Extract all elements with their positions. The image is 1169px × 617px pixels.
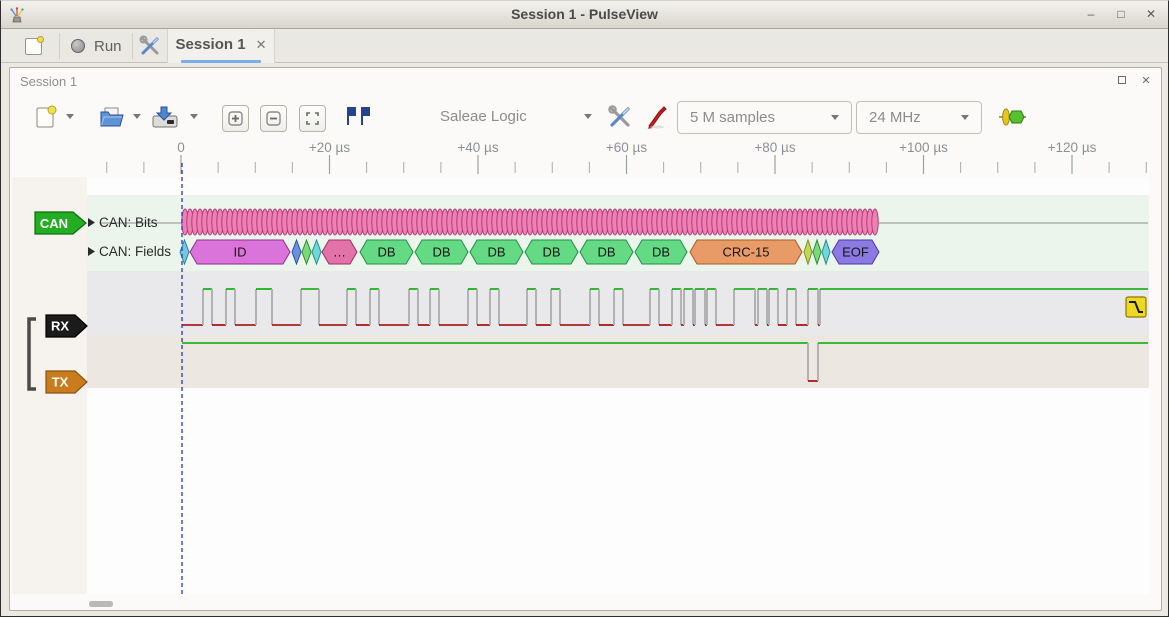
svg-text:EOF: EOF (842, 245, 869, 260)
svg-text:+120 µs: +120 µs (1048, 140, 1097, 155)
new-file-button[interactable] (33, 104, 59, 130)
dock-title: Session 1 (20, 74, 77, 89)
zoom-out-button[interactable] (260, 105, 287, 132)
chevron-down-icon (831, 115, 839, 120)
toolbar-separator (59, 33, 60, 59)
configure-device-button[interactable] (607, 104, 633, 130)
open-file-button[interactable] (98, 104, 126, 130)
show-decoder-selector-button[interactable] (342, 104, 372, 128)
svg-text:TX: TX (52, 375, 69, 390)
zoom-in-icon (228, 111, 243, 126)
wrench-icon (139, 35, 161, 57)
configure-channels-button[interactable] (645, 104, 669, 130)
tab-close-icon[interactable]: ✕ (256, 37, 267, 53)
svg-text:DB: DB (597, 245, 615, 260)
tab-label: Session 1 (176, 36, 246, 53)
pulseview-window: Session 1 - PulseView – □ ✕ Run (0, 0, 1169, 617)
close-button[interactable]: ✕ (1144, 7, 1158, 21)
svg-text:+80 µs: +80 µs (754, 140, 795, 155)
svg-text:0: 0 (177, 140, 185, 155)
run-state-icon (71, 39, 85, 53)
trigger-marker[interactable] (1126, 297, 1146, 317)
chevron-down-icon (961, 115, 969, 120)
zoom-in-button[interactable] (222, 105, 249, 132)
open-file-icon (98, 104, 126, 130)
svg-text:DB: DB (542, 245, 560, 260)
chevron-down-icon (190, 114, 198, 119)
svg-text:+60 µs: +60 µs (606, 140, 647, 155)
probe-icon (645, 104, 669, 130)
dock-close-button[interactable]: ✕ (1139, 75, 1153, 89)
save-file-icon (150, 104, 180, 130)
svg-text:CRC-15: CRC-15 (723, 245, 770, 260)
svg-text:ID: ID (234, 245, 247, 260)
horizontal-scrollbar[interactable] (89, 601, 113, 607)
session-dock: Session 1 ✕ (9, 67, 1162, 611)
float-icon (1118, 76, 1126, 84)
svg-text:+40 µs: +40 µs (457, 140, 498, 155)
svg-text:+100 µs: +100 µs (899, 140, 948, 155)
zoom-fit-button[interactable] (299, 105, 326, 132)
zoom-fit-icon (305, 111, 320, 126)
sample-count-select[interactable]: 5 M samples (677, 101, 852, 134)
svg-text:DB: DB (377, 245, 395, 260)
session-toolbar: Saleae Logic 5 M samples (10, 96, 1161, 142)
chevron-down-icon (133, 114, 141, 119)
svg-text:DB: DB (432, 245, 450, 260)
add-decoder-icon (998, 106, 1028, 128)
settings-button[interactable] (135, 33, 165, 59)
new-file-icon (33, 104, 59, 130)
device-selector-caret[interactable] (584, 114, 592, 119)
svg-text:…: … (333, 245, 346, 260)
wrench-icon (607, 104, 633, 130)
svg-text:DB: DB (652, 245, 670, 260)
sample-rate-value: 24 MHz (869, 109, 921, 126)
toolbar-separator (132, 33, 133, 59)
svg-text:CAN: Fields: CAN: Fields (99, 244, 171, 259)
maximize-button[interactable]: □ (1114, 7, 1128, 21)
hscroll-handle[interactable] (89, 601, 113, 607)
title-bar[interactable]: Session 1 - PulseView – □ ✕ (1, 1, 1168, 29)
add-decoder-button[interactable] (998, 106, 1028, 128)
chevron-down-icon (66, 114, 74, 119)
active-tab-indicator (181, 60, 261, 63)
sample-rate-select[interactable]: 24 MHz (856, 101, 982, 134)
svg-text:DB: DB (487, 245, 505, 260)
new-session-button[interactable] (17, 33, 49, 59)
svg-text:RX: RX (51, 319, 69, 334)
new-file-menu-button[interactable] (66, 114, 74, 119)
chevron-down-icon (584, 114, 592, 119)
run-label: Run (94, 38, 122, 55)
svg-text:CAN: Bits: CAN: Bits (99, 215, 158, 230)
dock-float-button[interactable] (1115, 75, 1129, 89)
save-file-menu-button[interactable] (190, 114, 198, 119)
save-file-button[interactable] (150, 104, 180, 130)
window-title: Session 1 - PulseView (1, 6, 1168, 22)
new-session-icon (25, 38, 42, 55)
decoder-flags-icon (342, 104, 372, 128)
trace-view[interactable]: 0+20 µs+40 µs+60 µs+80 µs+100 µs+120 µs … (12, 137, 1149, 610)
sample-count-value: 5 M samples (690, 109, 775, 126)
main-toolbar: Run Session 1 ✕ (1, 29, 1168, 63)
minimize-button[interactable]: – (1084, 7, 1098, 21)
open-file-menu-button[interactable] (133, 114, 141, 119)
svg-text:CAN: CAN (40, 216, 68, 231)
tab-session-1[interactable]: Session 1 ✕ (167, 29, 275, 63)
zoom-out-icon (266, 111, 281, 126)
svg-text:+20 µs: +20 µs (309, 140, 350, 155)
device-selector-label[interactable]: Saleae Logic (440, 108, 527, 125)
run-button[interactable]: Run (65, 33, 128, 59)
